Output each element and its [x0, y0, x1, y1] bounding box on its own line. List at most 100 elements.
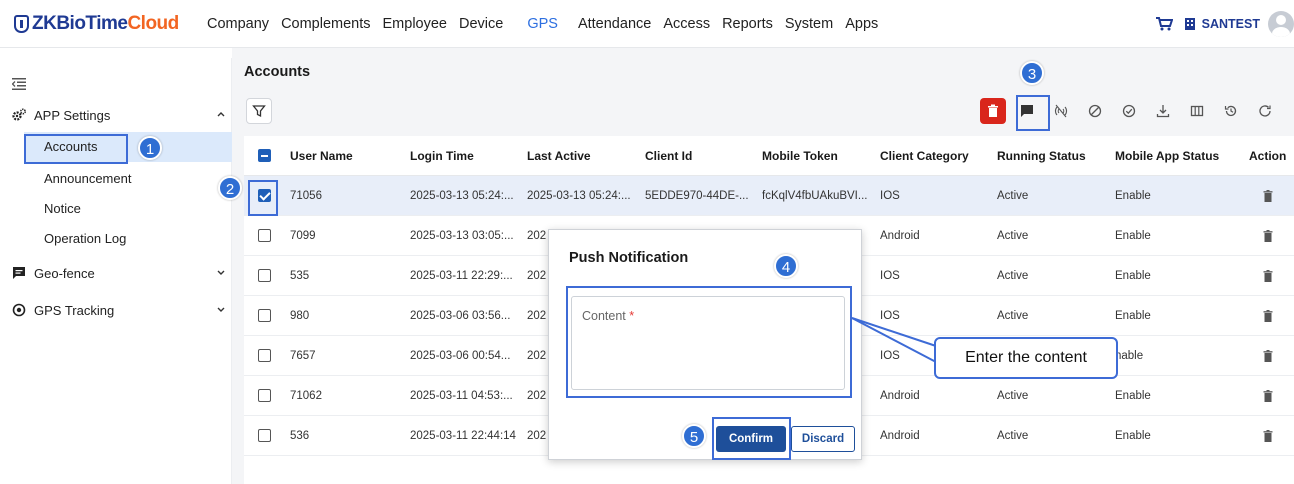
- cell-login: 2025-03-06 00:54...: [410, 350, 511, 362]
- cell-login: 2025-03-13 05:24:...: [410, 190, 514, 202]
- cell-app-status: Enable: [1115, 230, 1151, 242]
- cell-app-status: Enable: [1115, 270, 1151, 282]
- select-all-checkbox[interactable]: [258, 149, 271, 162]
- download-icon: [1156, 105, 1170, 118]
- user-name[interactable]: SANTEST: [1202, 17, 1260, 31]
- dialog-title: Push Notification: [569, 250, 689, 266]
- cell-user: 71062: [290, 390, 322, 402]
- push-notification-button[interactable]: [1014, 98, 1040, 124]
- nav-device[interactable]: Device: [459, 0, 503, 48]
- row-checkbox[interactable]: [258, 269, 271, 282]
- cart-icon[interactable]: [1155, 17, 1173, 31]
- row-checkbox[interactable]: [258, 309, 271, 322]
- confirm-button[interactable]: Confirm: [716, 426, 786, 452]
- toolbar: [980, 98, 1286, 128]
- col-running-status[interactable]: Running Status: [997, 136, 1086, 176]
- collapse-menu-icon[interactable]: [12, 78, 26, 90]
- cell-user: 535: [290, 270, 310, 282]
- enable-button[interactable]: [1116, 98, 1142, 124]
- refresh-icon: [1259, 105, 1271, 117]
- sidebar-group-label: GPS Tracking: [34, 302, 115, 318]
- page-title: Accounts: [244, 64, 311, 80]
- discard-button[interactable]: Discard: [791, 426, 855, 452]
- disconnect-button[interactable]: [1048, 98, 1074, 124]
- chevron-down-icon: [217, 270, 225, 275]
- row-checkbox[interactable]: [258, 229, 271, 242]
- trash-icon[interactable]: [1263, 230, 1273, 242]
- col-mobile-app-status[interactable]: Mobile App Status: [1115, 136, 1219, 176]
- filter-button[interactable]: [246, 98, 272, 124]
- disable-button[interactable]: [1082, 98, 1108, 124]
- col-action: Action: [1249, 149, 1287, 163]
- top-navbar: ZKBioTime Cloud Company Complements Emplo…: [0, 0, 1294, 48]
- nav-attendance[interactable]: Attendance: [578, 0, 651, 48]
- user-avatar[interactable]: [1268, 11, 1294, 37]
- cell-user: 71056: [290, 190, 322, 202]
- trash-icon[interactable]: [1263, 270, 1273, 282]
- columns-button[interactable]: [1184, 98, 1210, 124]
- row-checkbox[interactable]: [258, 189, 271, 202]
- nav-company[interactable]: Company: [207, 0, 269, 48]
- trash-icon[interactable]: [1263, 430, 1273, 442]
- cell-client-id: 5EDDE970-44DE-...: [645, 190, 749, 202]
- col-mobile-token[interactable]: Mobile Token: [762, 136, 838, 176]
- trash-icon[interactable]: [1263, 390, 1273, 402]
- cell-login: 2025-03-11 22:44:14: [410, 430, 516, 442]
- table-header: User Name Login Time Last Active Client …: [244, 136, 1294, 176]
- row-checkbox[interactable]: [258, 429, 271, 442]
- brand-logo[interactable]: ZKBioTime Cloud: [14, 12, 179, 36]
- cell-running: Active: [997, 390, 1029, 402]
- nav-complements[interactable]: Complements: [281, 0, 370, 48]
- col-login-time[interactable]: Login Time: [410, 136, 474, 176]
- cell-running: Active: [997, 430, 1029, 442]
- nav-system[interactable]: System: [785, 0, 833, 48]
- cell-running: Active: [997, 270, 1029, 282]
- columns-icon: [1190, 105, 1204, 117]
- export-button[interactable]: [1150, 98, 1176, 124]
- nav-reports[interactable]: Reports: [722, 0, 773, 48]
- sidebar-group-gps-tracking[interactable]: GPS Tracking: [8, 295, 232, 325]
- trash-icon[interactable]: [1263, 190, 1273, 202]
- sidebar-group-geo-fence[interactable]: Geo-fence: [8, 258, 232, 288]
- sidebar-item-accounts[interactable]: Accounts: [24, 132, 232, 162]
- sidebar-item-announcement[interactable]: Announcement: [24, 164, 232, 194]
- nav-gps[interactable]: GPS: [527, 0, 558, 48]
- nav-access[interactable]: Access: [663, 0, 710, 48]
- col-client-category[interactable]: Client Category: [880, 136, 969, 176]
- callout-enter-content: Enter the content: [934, 337, 1118, 379]
- nav-apps[interactable]: Apps: [845, 0, 878, 48]
- cell-app-status: nable: [1115, 350, 1144, 362]
- trash-icon[interactable]: [1263, 310, 1273, 322]
- brand-name-part2: Cloud: [127, 13, 179, 34]
- location-target-icon: [12, 303, 26, 317]
- sidebar-item-notice[interactable]: Notice: [24, 194, 232, 224]
- sidebar-group-app-settings[interactable]: APP Settings: [8, 100, 232, 130]
- col-user-name[interactable]: User Name: [290, 136, 353, 176]
- col-last-active[interactable]: Last Active: [527, 136, 591, 176]
- required-mark: *: [629, 309, 635, 323]
- nav-employee[interactable]: Employee: [383, 0, 447, 48]
- row-checkbox[interactable]: [258, 349, 271, 362]
- row-checkbox[interactable]: [258, 389, 271, 402]
- cell-token: fcKqlV4fbUAkuBVI...: [762, 190, 868, 202]
- trash-icon[interactable]: [1263, 350, 1273, 362]
- content-textarea[interactable]: Content *: [571, 296, 845, 390]
- chevron-down-icon: [217, 307, 225, 312]
- delete-button[interactable]: [980, 98, 1006, 124]
- cell-user: 7657: [290, 350, 316, 362]
- cell-category: Android: [880, 230, 920, 242]
- table-row[interactable]: 71056 2025-03-13 05:24:... 2025-03-13 05:2…: [244, 176, 1294, 216]
- sidebar-item-operation-log[interactable]: Operation Log: [24, 224, 232, 254]
- filter-icon: [252, 105, 266, 118]
- cell-category: IOS: [880, 190, 900, 202]
- message-icon: [1021, 105, 1033, 117]
- chevron-up-icon: [217, 112, 225, 117]
- col-client-id[interactable]: Client Id: [645, 136, 692, 176]
- cell-app-status: Enable: [1115, 390, 1151, 402]
- block-icon: [1088, 104, 1102, 118]
- cell-user: 980: [290, 310, 310, 322]
- refresh-button[interactable]: [1252, 98, 1278, 124]
- organization-icon: [1184, 18, 1195, 30]
- step-badge-4: 4: [774, 254, 798, 278]
- history-button[interactable]: [1218, 98, 1244, 124]
